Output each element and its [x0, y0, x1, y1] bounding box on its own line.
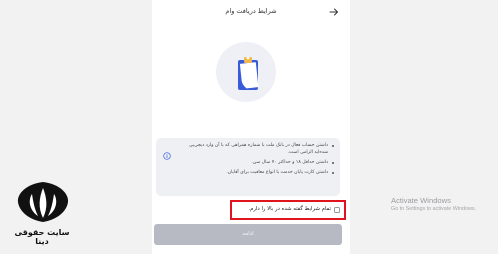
activate-windows-title: Activate Windows — [391, 196, 451, 205]
header: شرایط دریافت وام — [152, 0, 350, 26]
app-screen: شرایط دریافت وام داشتن حساب فعال در بانک… — [152, 0, 350, 254]
conditions-list: داشتن حساب فعال در بانک ملت با شماره همر… — [176, 142, 334, 179]
page-title: شرایط دریافت وام — [225, 7, 277, 15]
condition-item: داشتن کارت پایان خدمت یا انواع معافیت بر… — [176, 169, 334, 176]
continue-button[interactable]: ادامه — [154, 224, 342, 245]
dina-logo-icon — [17, 182, 69, 222]
terms-label: تمام شرایط گفته شده در بالا را دارم. — [248, 206, 331, 212]
terms-checkbox[interactable] — [334, 207, 340, 213]
clipboard-icon — [238, 56, 259, 90]
info-icon — [163, 152, 171, 160]
conditions-card: داشتن حساب فعال در بانک ملت با شماره همر… — [156, 138, 340, 196]
site-name: سایت حقوقی دینا — [14, 228, 70, 246]
condition-item: داشتن حداقل ۱۸ و حداکثر ۷۰ سال سن. — [176, 159, 334, 166]
arrow-right-icon[interactable] — [329, 7, 339, 17]
activate-windows-subtitle: Go to Settings to activate Windows. — [391, 206, 477, 212]
terms-agreement[interactable]: تمام شرایط گفته شده در بالا را دارم. — [230, 200, 346, 220]
condition-item: داشتن حساب فعال در بانک ملت با شماره همر… — [176, 142, 334, 156]
